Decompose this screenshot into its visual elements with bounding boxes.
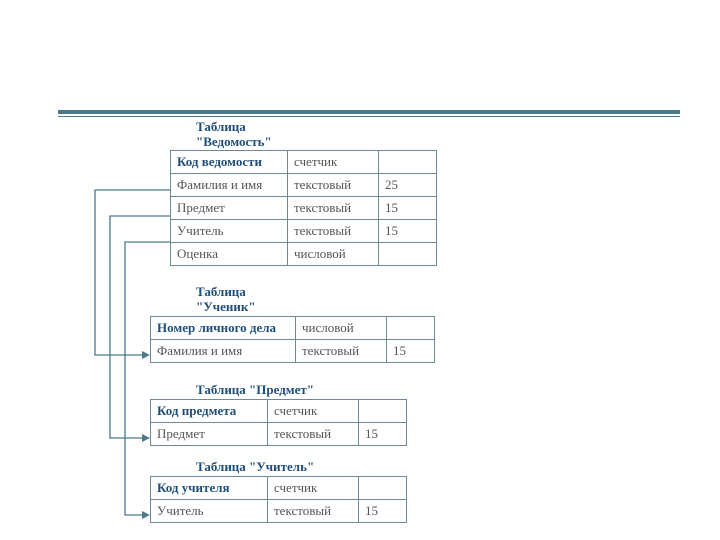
field-type: текстовый <box>296 340 387 363</box>
field-size <box>387 317 435 340</box>
field-size <box>359 400 407 423</box>
field-name: Фамилия и имя <box>171 174 288 197</box>
table-uchenik: Номер личного делачисловой Фамилия и имя… <box>150 316 435 363</box>
caption-uchitel: Таблица "Учитель" <box>196 460 314 475</box>
table-row: Предметтекстовый15 <box>171 197 437 220</box>
field-type: текстовый <box>288 220 379 243</box>
field-name: Код учителя <box>151 477 268 500</box>
field-name: Фамилия и имя <box>151 340 296 363</box>
field-size <box>379 151 437 174</box>
field-type: числовой <box>296 317 387 340</box>
field-type: текстовый <box>288 174 379 197</box>
field-type: счетчик <box>268 477 359 500</box>
field-name: Оценка <box>171 243 288 266</box>
table-row: Учительтекстовый15 <box>151 500 407 523</box>
table-row: Учительтекстовый15 <box>171 220 437 243</box>
field-name: Предмет <box>151 423 268 446</box>
connector-lines <box>0 0 720 540</box>
field-size: 15 <box>379 220 437 243</box>
field-type: счетчик <box>268 400 359 423</box>
table-predmet: Код предметасчетчик Предметтекстовый15 <box>150 399 407 446</box>
table-vedomost: Код ведомостисчетчик Фамилия и имятексто… <box>170 150 437 266</box>
field-name: Учитель <box>171 220 288 243</box>
table-row: Код учителясчетчик <box>151 477 407 500</box>
field-name: Предмет <box>171 197 288 220</box>
field-name: Учитель <box>151 500 268 523</box>
table-uchitel: Код учителясчетчик Учительтекстовый15 <box>150 476 407 523</box>
table-row: Фамилия и имятекстовый25 <box>171 174 437 197</box>
field-size <box>359 477 407 500</box>
field-type: счетчик <box>288 151 379 174</box>
caption-uchenik: Таблица "Ученик" <box>196 285 256 315</box>
field-name: Номер личного дела <box>151 317 296 340</box>
caption-predmet: Таблица "Предмет" <box>196 383 314 398</box>
table-row: Фамилия и имятекстовый15 <box>151 340 435 363</box>
table-row: Код предметасчетчик <box>151 400 407 423</box>
field-type: текстовый <box>268 500 359 523</box>
header-rule <box>58 110 680 117</box>
field-size: 25 <box>379 174 437 197</box>
field-type: числовой <box>288 243 379 266</box>
field-size: 15 <box>359 423 407 446</box>
table-row: Код ведомостисчетчик <box>171 151 437 174</box>
field-size: 15 <box>359 500 407 523</box>
field-type: текстовый <box>288 197 379 220</box>
field-size <box>379 243 437 266</box>
field-size: 15 <box>379 197 437 220</box>
field-name: Код предмета <box>151 400 268 423</box>
field-size: 15 <box>387 340 435 363</box>
table-row: Предметтекстовый15 <box>151 423 407 446</box>
table-row: Номер личного делачисловой <box>151 317 435 340</box>
table-row: Оценкачисловой <box>171 243 437 266</box>
field-name: Код ведомости <box>171 151 288 174</box>
caption-vedomost: Таблица "Ведомость" <box>196 120 272 150</box>
field-type: текстовый <box>268 423 359 446</box>
